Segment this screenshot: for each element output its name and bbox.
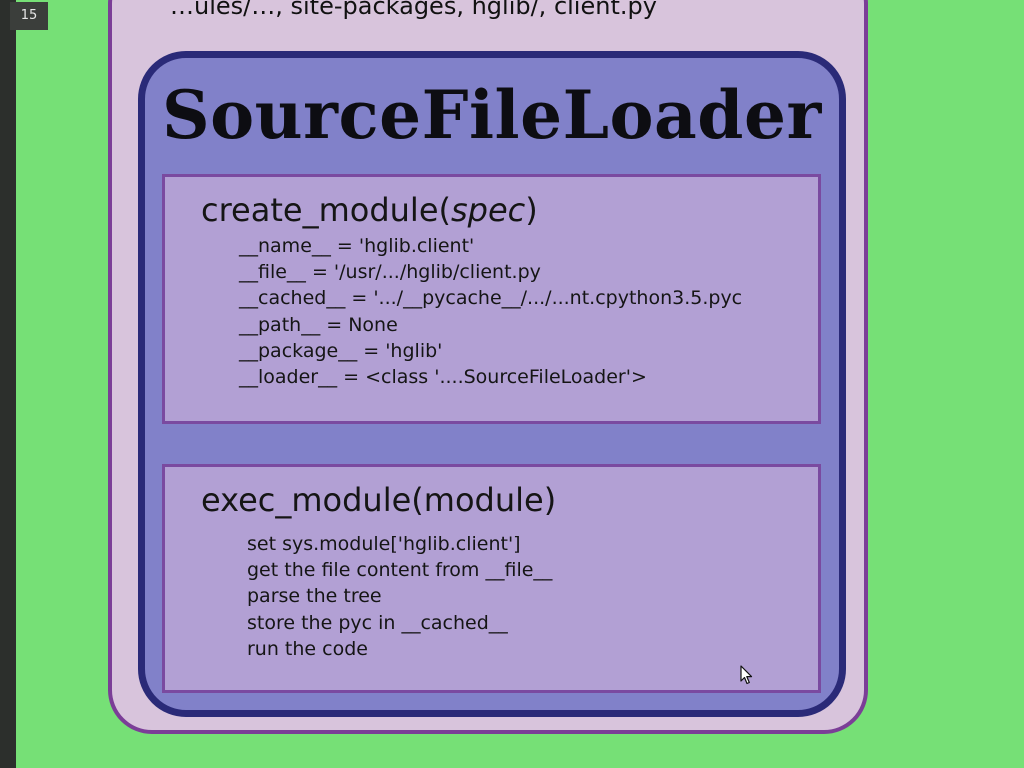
step-line: run the code	[247, 637, 368, 660]
step-line: parse the tree	[247, 585, 382, 608]
step-line: store the pyc in __cached__	[247, 611, 508, 634]
attribute-line: __name__ = 'hglib.client'	[239, 235, 475, 257]
exec-module-box: exec_module(module) set sys.module['hgli…	[162, 464, 821, 693]
cropped-heading-text: …ules/…, site-packages, hglib/, client.p…	[170, 0, 657, 20]
step-line: get the file content from __file__	[247, 559, 553, 582]
step-line: set sys.module['hglib.client']	[247, 533, 521, 555]
create-module-attributes: __name__ = 'hglib.client' __file__ = '/u…	[239, 233, 742, 390]
create-module-name: create_module(	[201, 191, 451, 229]
exec-module-steps: set sys.module['hglib.client'] get the f…	[247, 531, 552, 662]
left-panel-strip	[0, 0, 16, 768]
loader-title: SourceFileLoader	[162, 76, 822, 154]
exec-module-heading: exec_module(module)	[201, 481, 557, 519]
mouse-pointer-icon	[740, 665, 753, 685]
attribute-line: __cached__ = '.../__pycache__/.../...nt.…	[239, 287, 743, 310]
attribute-line: __loader__ = <class '....SourceFileLoade…	[239, 365, 647, 388]
attribute-line: __package__ = 'hglib'	[239, 339, 443, 362]
create-module-box: create_module(spec) __name__ = 'hglib.cl…	[162, 174, 821, 424]
attribute-line: __file__ = '/usr/.../hglib/client.py	[239, 261, 541, 284]
create-module-heading: create_module(spec)	[201, 191, 538, 229]
create-module-arg: spec	[450, 191, 526, 229]
create-module-close: )	[525, 191, 538, 229]
slide-number-badge: 15	[10, 2, 48, 30]
attribute-line: __path__ = None	[239, 313, 398, 336]
